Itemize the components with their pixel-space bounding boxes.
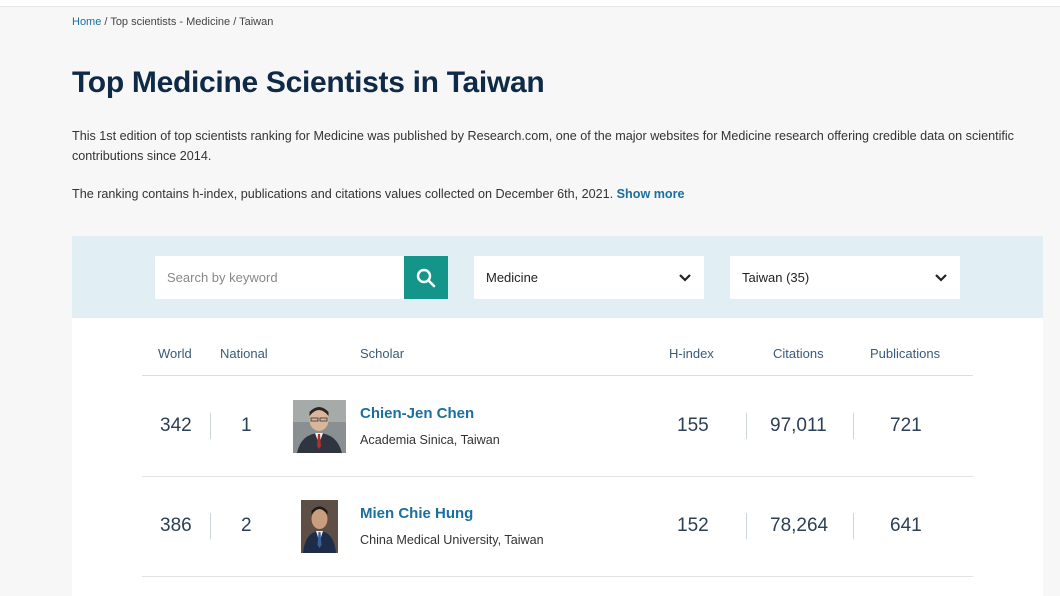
- chevron-down-icon: [679, 273, 691, 282]
- table-header: World National Scholar H-index Citations…: [142, 336, 973, 376]
- search-input[interactable]: [155, 256, 405, 299]
- table-row: 342 1 Chien-Jen Chen Academia Sinica, Ta…: [142, 377, 973, 477]
- scholar-affiliation: Academia Sinica, Taiwan: [360, 433, 500, 447]
- col-header-hindex: H-index: [669, 346, 714, 361]
- hindex-value: 152: [677, 515, 709, 536]
- ranking-panel: Medicine Taiwan (35) World National Scho…: [72, 236, 1043, 596]
- column-divider: [746, 413, 747, 439]
- discipline-select[interactable]: Medicine: [474, 256, 704, 299]
- search-button[interactable]: [404, 256, 448, 299]
- ranking-note: The ranking contains h-index, publicatio…: [72, 184, 1047, 204]
- publications-value: 721: [890, 415, 922, 436]
- scholar-name-link[interactable]: Chien-Jen Chen: [360, 405, 474, 422]
- scholar-name-link[interactable]: Mien Chie Hung: [360, 505, 473, 522]
- ranking-note-text: The ranking contains h-index, publicatio…: [72, 187, 614, 201]
- citations-value: 78,264: [770, 515, 829, 536]
- table-row: 386 2 Mien Chie Hung China Medical Unive…: [142, 477, 973, 577]
- discipline-select-value: Medicine: [486, 270, 539, 285]
- scholar-photo[interactable]: [293, 400, 346, 453]
- col-header-scholar: Scholar: [360, 346, 405, 361]
- national-rank: 2: [241, 515, 252, 536]
- column-divider: [853, 413, 854, 439]
- col-header-publications: Publications: [870, 346, 941, 361]
- country-select[interactable]: Taiwan (35): [730, 256, 960, 299]
- breadcrumb-home-link[interactable]: Home: [72, 16, 101, 28]
- chevron-down-icon: [935, 273, 947, 282]
- scholar-affiliation: China Medical University, Taiwan: [360, 533, 544, 547]
- page-title: Top Medicine Scientists in Taiwan: [72, 66, 545, 99]
- col-header-world: World: [158, 346, 192, 361]
- description-paragraph: This 1st edition of top scientists ranki…: [72, 129, 1014, 163]
- col-header-citations: Citations: [773, 346, 824, 361]
- filter-bar: Medicine Taiwan (35): [72, 236, 1043, 318]
- column-divider: [210, 513, 211, 539]
- column-divider: [746, 513, 747, 539]
- top-nav-strip: [0, 0, 1060, 7]
- world-rank: 386: [160, 515, 192, 536]
- publications-value: 641: [890, 515, 922, 536]
- breadcrumb-path: / Top scientists - Medicine / Taiwan: [101, 16, 274, 28]
- column-divider: [210, 413, 211, 439]
- show-more-link[interactable]: Show more: [617, 187, 685, 201]
- column-divider: [853, 513, 854, 539]
- country-select-value: Taiwan (35): [742, 270, 810, 285]
- col-header-national: National: [220, 346, 268, 361]
- breadcrumb: Home / Top scientists - Medicine / Taiwa…: [72, 16, 273, 28]
- search-icon: [416, 268, 436, 287]
- national-rank: 1: [241, 415, 252, 436]
- citations-value: 97,011: [770, 415, 827, 436]
- world-rank: 342: [160, 415, 192, 436]
- hindex-value: 155: [677, 415, 709, 436]
- scholar-photo[interactable]: [293, 500, 346, 553]
